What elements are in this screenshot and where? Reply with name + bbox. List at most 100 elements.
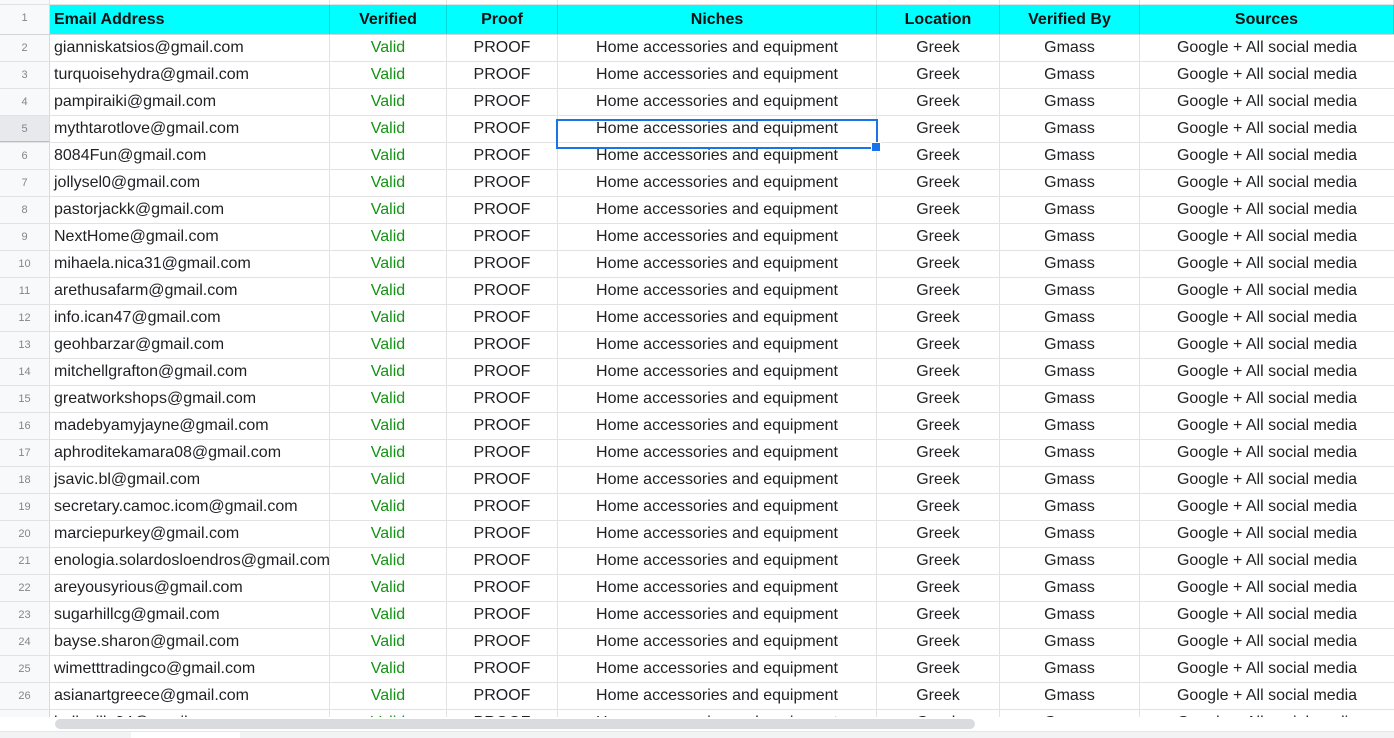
cell-location[interactable]: Greek	[877, 602, 1000, 628]
cell-verified-by[interactable]: Gmass	[1000, 683, 1140, 709]
cell-niches[interactable]: Home accessories and equipment	[558, 656, 877, 682]
cell-verified[interactable]: Valid	[330, 386, 447, 412]
cell-location[interactable]: Greek	[877, 467, 1000, 493]
cell-proof[interactable]: PROOF	[447, 602, 558, 628]
cell-niches[interactable]: Home accessories and equipment	[558, 602, 877, 628]
cell-verified-by[interactable]: Gmass	[1000, 521, 1140, 547]
cell-proof[interactable]: PROOF	[447, 710, 558, 717]
cell-verified[interactable]: Valid	[330, 332, 447, 358]
cell-location[interactable]: Greek	[877, 116, 1000, 142]
cell-sources[interactable]: Google + All social media	[1140, 359, 1394, 385]
cell-verified[interactable]: Valid	[330, 548, 447, 574]
cell-email[interactable]: mitchellgrafton@gmail.com	[50, 359, 330, 385]
horizontal-scrollbar-thumb[interactable]	[55, 719, 975, 729]
cell-proof[interactable]: PROOF	[447, 359, 558, 385]
cell-verified[interactable]: Valid	[330, 116, 447, 142]
cell-verified-by[interactable]: Gmass	[1000, 656, 1140, 682]
cell-verified-by[interactable]: Gmass	[1000, 467, 1140, 493]
cell-location[interactable]: Greek	[877, 629, 1000, 655]
cell-verified-by[interactable]: Gmass	[1000, 494, 1140, 520]
cell-email[interactable]: areyousyrious@gmail.com	[50, 575, 330, 601]
row-number[interactable]: 13	[0, 332, 50, 358]
cell-location[interactable]: Greek	[877, 224, 1000, 250]
cell-location[interactable]: Greek	[877, 494, 1000, 520]
cell-niches[interactable]: Home accessories and equipment	[558, 683, 877, 709]
row-number[interactable]: 27	[0, 710, 50, 717]
header-email-address[interactable]: Email Address	[50, 5, 330, 34]
cell-verified[interactable]: Valid	[330, 89, 447, 115]
cell-email[interactable]: jollysel0@gmail.com	[50, 170, 330, 196]
cell-niches[interactable]: Home accessories and equipment	[558, 494, 877, 520]
cell-location[interactable]: Greek	[877, 35, 1000, 61]
cell-niches[interactable]: Home accessories and equipment	[558, 332, 877, 358]
cell-niches[interactable]: Home accessories and equipment	[558, 575, 877, 601]
cell-verified[interactable]: Valid	[330, 224, 447, 250]
cell-email[interactable]: gianniskatsios@gmail.com	[50, 35, 330, 61]
cell-niches[interactable]: Home accessories and equipment	[558, 197, 877, 223]
header-verified-by[interactable]: Verified By	[1000, 5, 1140, 34]
cell-niches[interactable]: Home accessories and equipment	[558, 359, 877, 385]
cell-verified-by[interactable]: Gmass	[1000, 602, 1140, 628]
cell-email[interactable]: info.ican47@gmail.com	[50, 305, 330, 331]
cell-email[interactable]: 8084Fun@gmail.com	[50, 143, 330, 169]
cell-niches[interactable]: Home accessories and equipment	[558, 278, 877, 304]
cell-verified[interactable]: Valid	[330, 467, 447, 493]
cell-verified-by[interactable]: Gmass	[1000, 440, 1140, 466]
cell-email[interactable]: turquoisehydra@gmail.com	[50, 62, 330, 88]
row-number[interactable]: 7	[0, 170, 50, 196]
cell-proof[interactable]: PROOF	[447, 35, 558, 61]
cell-verified[interactable]: Valid	[330, 575, 447, 601]
cell-proof[interactable]: PROOF	[447, 683, 558, 709]
row-number[interactable]: 3	[0, 62, 50, 88]
cell-sources[interactable]: Google + All social media	[1140, 413, 1394, 439]
cell-verified-by[interactable]: Gmass	[1000, 332, 1140, 358]
cell-location[interactable]: Greek	[877, 305, 1000, 331]
cell-sources[interactable]: Google + All social media	[1140, 62, 1394, 88]
cell-verified-by[interactable]: Gmass	[1000, 710, 1140, 717]
cell-verified[interactable]: Valid	[330, 494, 447, 520]
cell-proof[interactable]: PROOF	[447, 332, 558, 358]
cell-niches[interactable]: Home accessories and equipment	[558, 62, 877, 88]
row-number[interactable]: 1	[0, 5, 50, 34]
cell-location[interactable]: Greek	[877, 143, 1000, 169]
cell-email[interactable]: mihaela.nica31@gmail.com	[50, 251, 330, 277]
cell-verified[interactable]: Valid	[330, 251, 447, 277]
cell-proof[interactable]: PROOF	[447, 467, 558, 493]
cell-email[interactable]: arethusafarm@gmail.com	[50, 278, 330, 304]
horizontal-scrollbar[interactable]	[0, 717, 1394, 731]
cell-verified-by[interactable]: Gmass	[1000, 251, 1140, 277]
cell-niches[interactable]: Home accessories and equipment	[558, 548, 877, 574]
cell-email[interactable]: secretary.camoc.icom@gmail.com	[50, 494, 330, 520]
row-number[interactable]: 24	[0, 629, 50, 655]
fill-handle[interactable]	[871, 142, 881, 152]
cell-verified-by[interactable]: Gmass	[1000, 413, 1140, 439]
row-number[interactable]: 12	[0, 305, 50, 331]
cell-email[interactable]: geohbarzar@gmail.com	[50, 332, 330, 358]
cell-verified-by[interactable]: Gmass	[1000, 386, 1140, 412]
cell-sources[interactable]: Google + All social media	[1140, 710, 1394, 717]
row-number[interactable]: 15	[0, 386, 50, 412]
cell-verified[interactable]: Valid	[330, 440, 447, 466]
row-number[interactable]: 5	[0, 116, 50, 142]
cell-proof[interactable]: PROOF	[447, 170, 558, 196]
cell-sources[interactable]: Google + All social media	[1140, 332, 1394, 358]
cell-location[interactable]: Greek	[877, 386, 1000, 412]
cell-proof[interactable]: PROOF	[447, 440, 558, 466]
header-location[interactable]: Location	[877, 5, 1000, 34]
cell-sources[interactable]: Google + All social media	[1140, 521, 1394, 547]
cell-email[interactable]: greatworkshops@gmail.com	[50, 386, 330, 412]
cell-email[interactable]: mythtarotlove@gmail.com	[50, 116, 330, 142]
row-number[interactable]: 22	[0, 575, 50, 601]
cell-verified-by[interactable]: Gmass	[1000, 629, 1140, 655]
cell-proof[interactable]: PROOF	[447, 224, 558, 250]
row-number[interactable]: 9	[0, 224, 50, 250]
row-number[interactable]: 25	[0, 656, 50, 682]
cell-verified[interactable]: Valid	[330, 629, 447, 655]
cell-sources[interactable]: Google + All social media	[1140, 440, 1394, 466]
cell-email[interactable]: madebyamyjayne@gmail.com	[50, 413, 330, 439]
row-number[interactable]: 20	[0, 521, 50, 547]
cell-sources[interactable]: Google + All social media	[1140, 224, 1394, 250]
cell-niches[interactable]: Home accessories and equipment	[558, 251, 877, 277]
cell-location[interactable]: Greek	[877, 251, 1000, 277]
cell-email[interactable]: NextHome@gmail.com	[50, 224, 330, 250]
